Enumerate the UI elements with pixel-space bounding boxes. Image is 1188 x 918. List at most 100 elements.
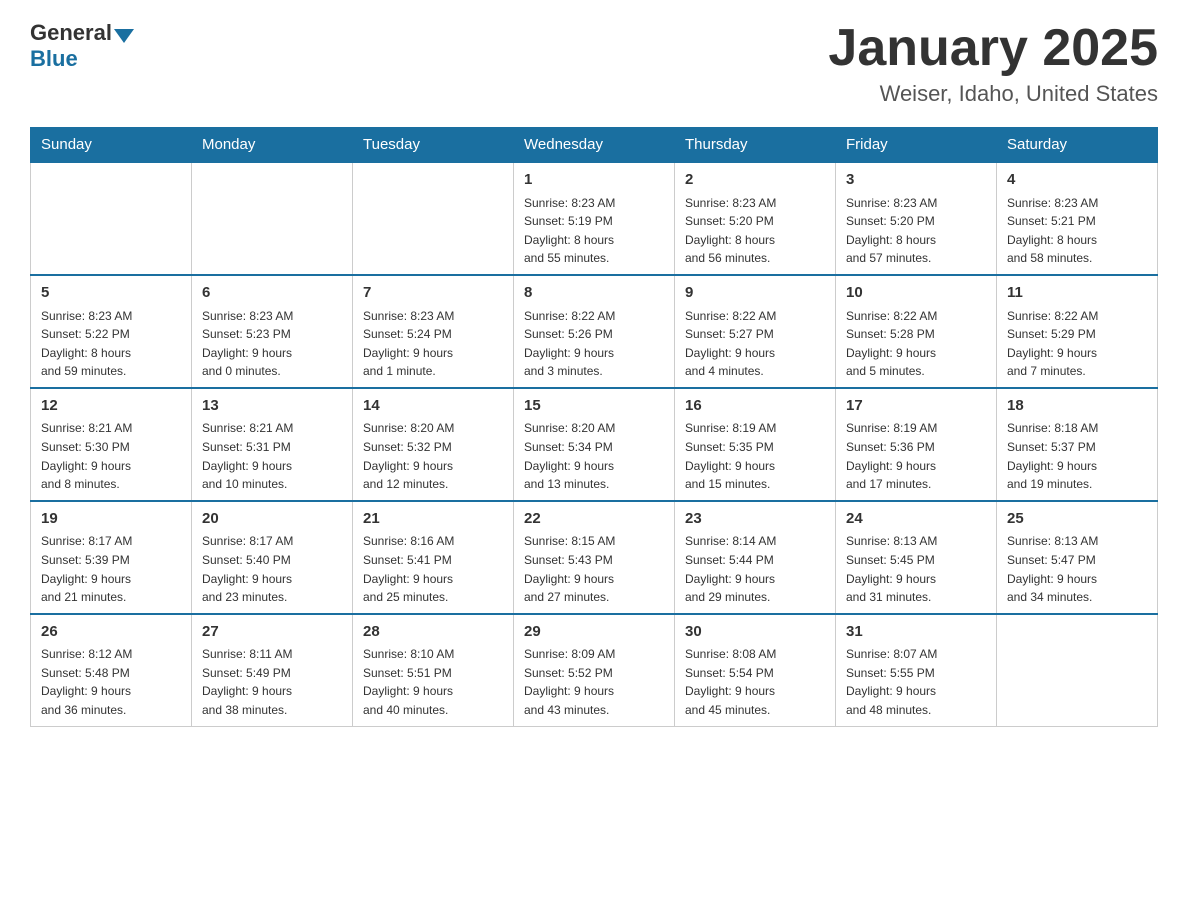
- calendar-cell: [192, 162, 353, 275]
- calendar-cell: 15Sunrise: 8:20 AM Sunset: 5:34 PM Dayli…: [514, 388, 675, 501]
- day-number: 10: [846, 282, 986, 305]
- day-info: Sunrise: 8:23 AM Sunset: 5:23 PM Dayligh…: [202, 307, 342, 381]
- calendar-cell: 21Sunrise: 8:16 AM Sunset: 5:41 PM Dayli…: [353, 501, 514, 614]
- col-header-tuesday: Tuesday: [353, 128, 514, 163]
- day-number: 7: [363, 282, 503, 305]
- calendar-cell: 9Sunrise: 8:22 AM Sunset: 5:27 PM Daylig…: [675, 275, 836, 388]
- day-number: 1: [524, 169, 664, 192]
- day-number: 30: [685, 621, 825, 644]
- calendar-cell: 26Sunrise: 8:12 AM Sunset: 5:48 PM Dayli…: [31, 614, 192, 726]
- day-info: Sunrise: 8:13 AM Sunset: 5:45 PM Dayligh…: [846, 532, 986, 606]
- day-number: 20: [202, 508, 342, 531]
- calendar-cell: 5Sunrise: 8:23 AM Sunset: 5:22 PM Daylig…: [31, 275, 192, 388]
- calendar-cell: 16Sunrise: 8:19 AM Sunset: 5:35 PM Dayli…: [675, 388, 836, 501]
- col-header-saturday: Saturday: [997, 128, 1158, 163]
- day-info: Sunrise: 8:19 AM Sunset: 5:36 PM Dayligh…: [846, 419, 986, 493]
- day-number: 24: [846, 508, 986, 531]
- calendar-cell: 18Sunrise: 8:18 AM Sunset: 5:37 PM Dayli…: [997, 388, 1158, 501]
- day-info: Sunrise: 8:09 AM Sunset: 5:52 PM Dayligh…: [524, 645, 664, 719]
- day-info: Sunrise: 8:22 AM Sunset: 5:28 PM Dayligh…: [846, 307, 986, 381]
- calendar-cell: [353, 162, 514, 275]
- day-info: Sunrise: 8:21 AM Sunset: 5:30 PM Dayligh…: [41, 419, 181, 493]
- col-header-thursday: Thursday: [675, 128, 836, 163]
- day-number: 25: [1007, 508, 1147, 531]
- day-number: 19: [41, 508, 181, 531]
- day-info: Sunrise: 8:12 AM Sunset: 5:48 PM Dayligh…: [41, 645, 181, 719]
- logo-arrow-icon: [114, 29, 134, 43]
- logo: General Blue: [30, 20, 136, 72]
- day-info: Sunrise: 8:23 AM Sunset: 5:20 PM Dayligh…: [685, 194, 825, 268]
- day-info: Sunrise: 8:10 AM Sunset: 5:51 PM Dayligh…: [363, 645, 503, 719]
- day-number: 4: [1007, 169, 1147, 192]
- week-row-3: 12Sunrise: 8:21 AM Sunset: 5:30 PM Dayli…: [31, 388, 1158, 501]
- calendar-cell: [31, 162, 192, 275]
- calendar-cell: 1Sunrise: 8:23 AM Sunset: 5:19 PM Daylig…: [514, 162, 675, 275]
- day-number: 27: [202, 621, 342, 644]
- day-info: Sunrise: 8:23 AM Sunset: 5:22 PM Dayligh…: [41, 307, 181, 381]
- calendar-cell: 30Sunrise: 8:08 AM Sunset: 5:54 PM Dayli…: [675, 614, 836, 726]
- day-info: Sunrise: 8:21 AM Sunset: 5:31 PM Dayligh…: [202, 419, 342, 493]
- calendar-cell: 13Sunrise: 8:21 AM Sunset: 5:31 PM Dayli…: [192, 388, 353, 501]
- calendar-cell: 27Sunrise: 8:11 AM Sunset: 5:49 PM Dayli…: [192, 614, 353, 726]
- day-number: 13: [202, 395, 342, 418]
- day-number: 23: [685, 508, 825, 531]
- day-number: 15: [524, 395, 664, 418]
- day-info: Sunrise: 8:07 AM Sunset: 5:55 PM Dayligh…: [846, 645, 986, 719]
- day-number: 29: [524, 621, 664, 644]
- calendar-cell: 22Sunrise: 8:15 AM Sunset: 5:43 PM Dayli…: [514, 501, 675, 614]
- calendar-cell: 14Sunrise: 8:20 AM Sunset: 5:32 PM Dayli…: [353, 388, 514, 501]
- calendar-cell: 2Sunrise: 8:23 AM Sunset: 5:20 PM Daylig…: [675, 162, 836, 275]
- day-info: Sunrise: 8:08 AM Sunset: 5:54 PM Dayligh…: [685, 645, 825, 719]
- logo-blue-text: Blue: [30, 46, 78, 72]
- day-number: 11: [1007, 282, 1147, 305]
- week-row-1: 1Sunrise: 8:23 AM Sunset: 5:19 PM Daylig…: [31, 162, 1158, 275]
- day-info: Sunrise: 8:18 AM Sunset: 5:37 PM Dayligh…: [1007, 419, 1147, 493]
- day-info: Sunrise: 8:20 AM Sunset: 5:32 PM Dayligh…: [363, 419, 503, 493]
- calendar-cell: 6Sunrise: 8:23 AM Sunset: 5:23 PM Daylig…: [192, 275, 353, 388]
- col-header-wednesday: Wednesday: [514, 128, 675, 163]
- calendar-cell: 24Sunrise: 8:13 AM Sunset: 5:45 PM Dayli…: [836, 501, 997, 614]
- calendar-cell: 20Sunrise: 8:17 AM Sunset: 5:40 PM Dayli…: [192, 501, 353, 614]
- day-number: 22: [524, 508, 664, 531]
- header-row: SundayMondayTuesdayWednesdayThursdayFrid…: [31, 128, 1158, 163]
- day-info: Sunrise: 8:22 AM Sunset: 5:29 PM Dayligh…: [1007, 307, 1147, 381]
- day-number: 21: [363, 508, 503, 531]
- calendar-cell: 23Sunrise: 8:14 AM Sunset: 5:44 PM Dayli…: [675, 501, 836, 614]
- calendar-cell: 11Sunrise: 8:22 AM Sunset: 5:29 PM Dayli…: [997, 275, 1158, 388]
- day-info: Sunrise: 8:22 AM Sunset: 5:26 PM Dayligh…: [524, 307, 664, 381]
- week-row-4: 19Sunrise: 8:17 AM Sunset: 5:39 PM Dayli…: [31, 501, 1158, 614]
- calendar-cell: 12Sunrise: 8:21 AM Sunset: 5:30 PM Dayli…: [31, 388, 192, 501]
- calendar-cell: 28Sunrise: 8:10 AM Sunset: 5:51 PM Dayli…: [353, 614, 514, 726]
- day-number: 31: [846, 621, 986, 644]
- day-number: 16: [685, 395, 825, 418]
- calendar-cell: 31Sunrise: 8:07 AM Sunset: 5:55 PM Dayli…: [836, 614, 997, 726]
- day-info: Sunrise: 8:15 AM Sunset: 5:43 PM Dayligh…: [524, 532, 664, 606]
- day-info: Sunrise: 8:20 AM Sunset: 5:34 PM Dayligh…: [524, 419, 664, 493]
- day-number: 8: [524, 282, 664, 305]
- calendar-cell: 8Sunrise: 8:22 AM Sunset: 5:26 PM Daylig…: [514, 275, 675, 388]
- day-number: 28: [363, 621, 503, 644]
- page-header: General Blue January 2025 Weiser, Idaho,…: [30, 20, 1158, 107]
- calendar-cell: 29Sunrise: 8:09 AM Sunset: 5:52 PM Dayli…: [514, 614, 675, 726]
- calendar-cell: 7Sunrise: 8:23 AM Sunset: 5:24 PM Daylig…: [353, 275, 514, 388]
- calendar-title: January 2025: [828, 20, 1158, 77]
- day-info: Sunrise: 8:16 AM Sunset: 5:41 PM Dayligh…: [363, 532, 503, 606]
- day-info: Sunrise: 8:17 AM Sunset: 5:40 PM Dayligh…: [202, 532, 342, 606]
- day-number: 6: [202, 282, 342, 305]
- day-number: 26: [41, 621, 181, 644]
- day-number: 2: [685, 169, 825, 192]
- day-info: Sunrise: 8:19 AM Sunset: 5:35 PM Dayligh…: [685, 419, 825, 493]
- col-header-friday: Friday: [836, 128, 997, 163]
- day-info: Sunrise: 8:23 AM Sunset: 5:20 PM Dayligh…: [846, 194, 986, 268]
- week-row-2: 5Sunrise: 8:23 AM Sunset: 5:22 PM Daylig…: [31, 275, 1158, 388]
- day-number: 9: [685, 282, 825, 305]
- calendar-subtitle: Weiser, Idaho, United States: [828, 81, 1158, 107]
- day-info: Sunrise: 8:23 AM Sunset: 5:21 PM Dayligh…: [1007, 194, 1147, 268]
- day-info: Sunrise: 8:14 AM Sunset: 5:44 PM Dayligh…: [685, 532, 825, 606]
- day-info: Sunrise: 8:22 AM Sunset: 5:27 PM Dayligh…: [685, 307, 825, 381]
- day-info: Sunrise: 8:23 AM Sunset: 5:24 PM Dayligh…: [363, 307, 503, 381]
- calendar-cell: 4Sunrise: 8:23 AM Sunset: 5:21 PM Daylig…: [997, 162, 1158, 275]
- calendar-table: SundayMondayTuesdayWednesdayThursdayFrid…: [30, 127, 1158, 726]
- calendar-cell: 10Sunrise: 8:22 AM Sunset: 5:28 PM Dayli…: [836, 275, 997, 388]
- day-number: 3: [846, 169, 986, 192]
